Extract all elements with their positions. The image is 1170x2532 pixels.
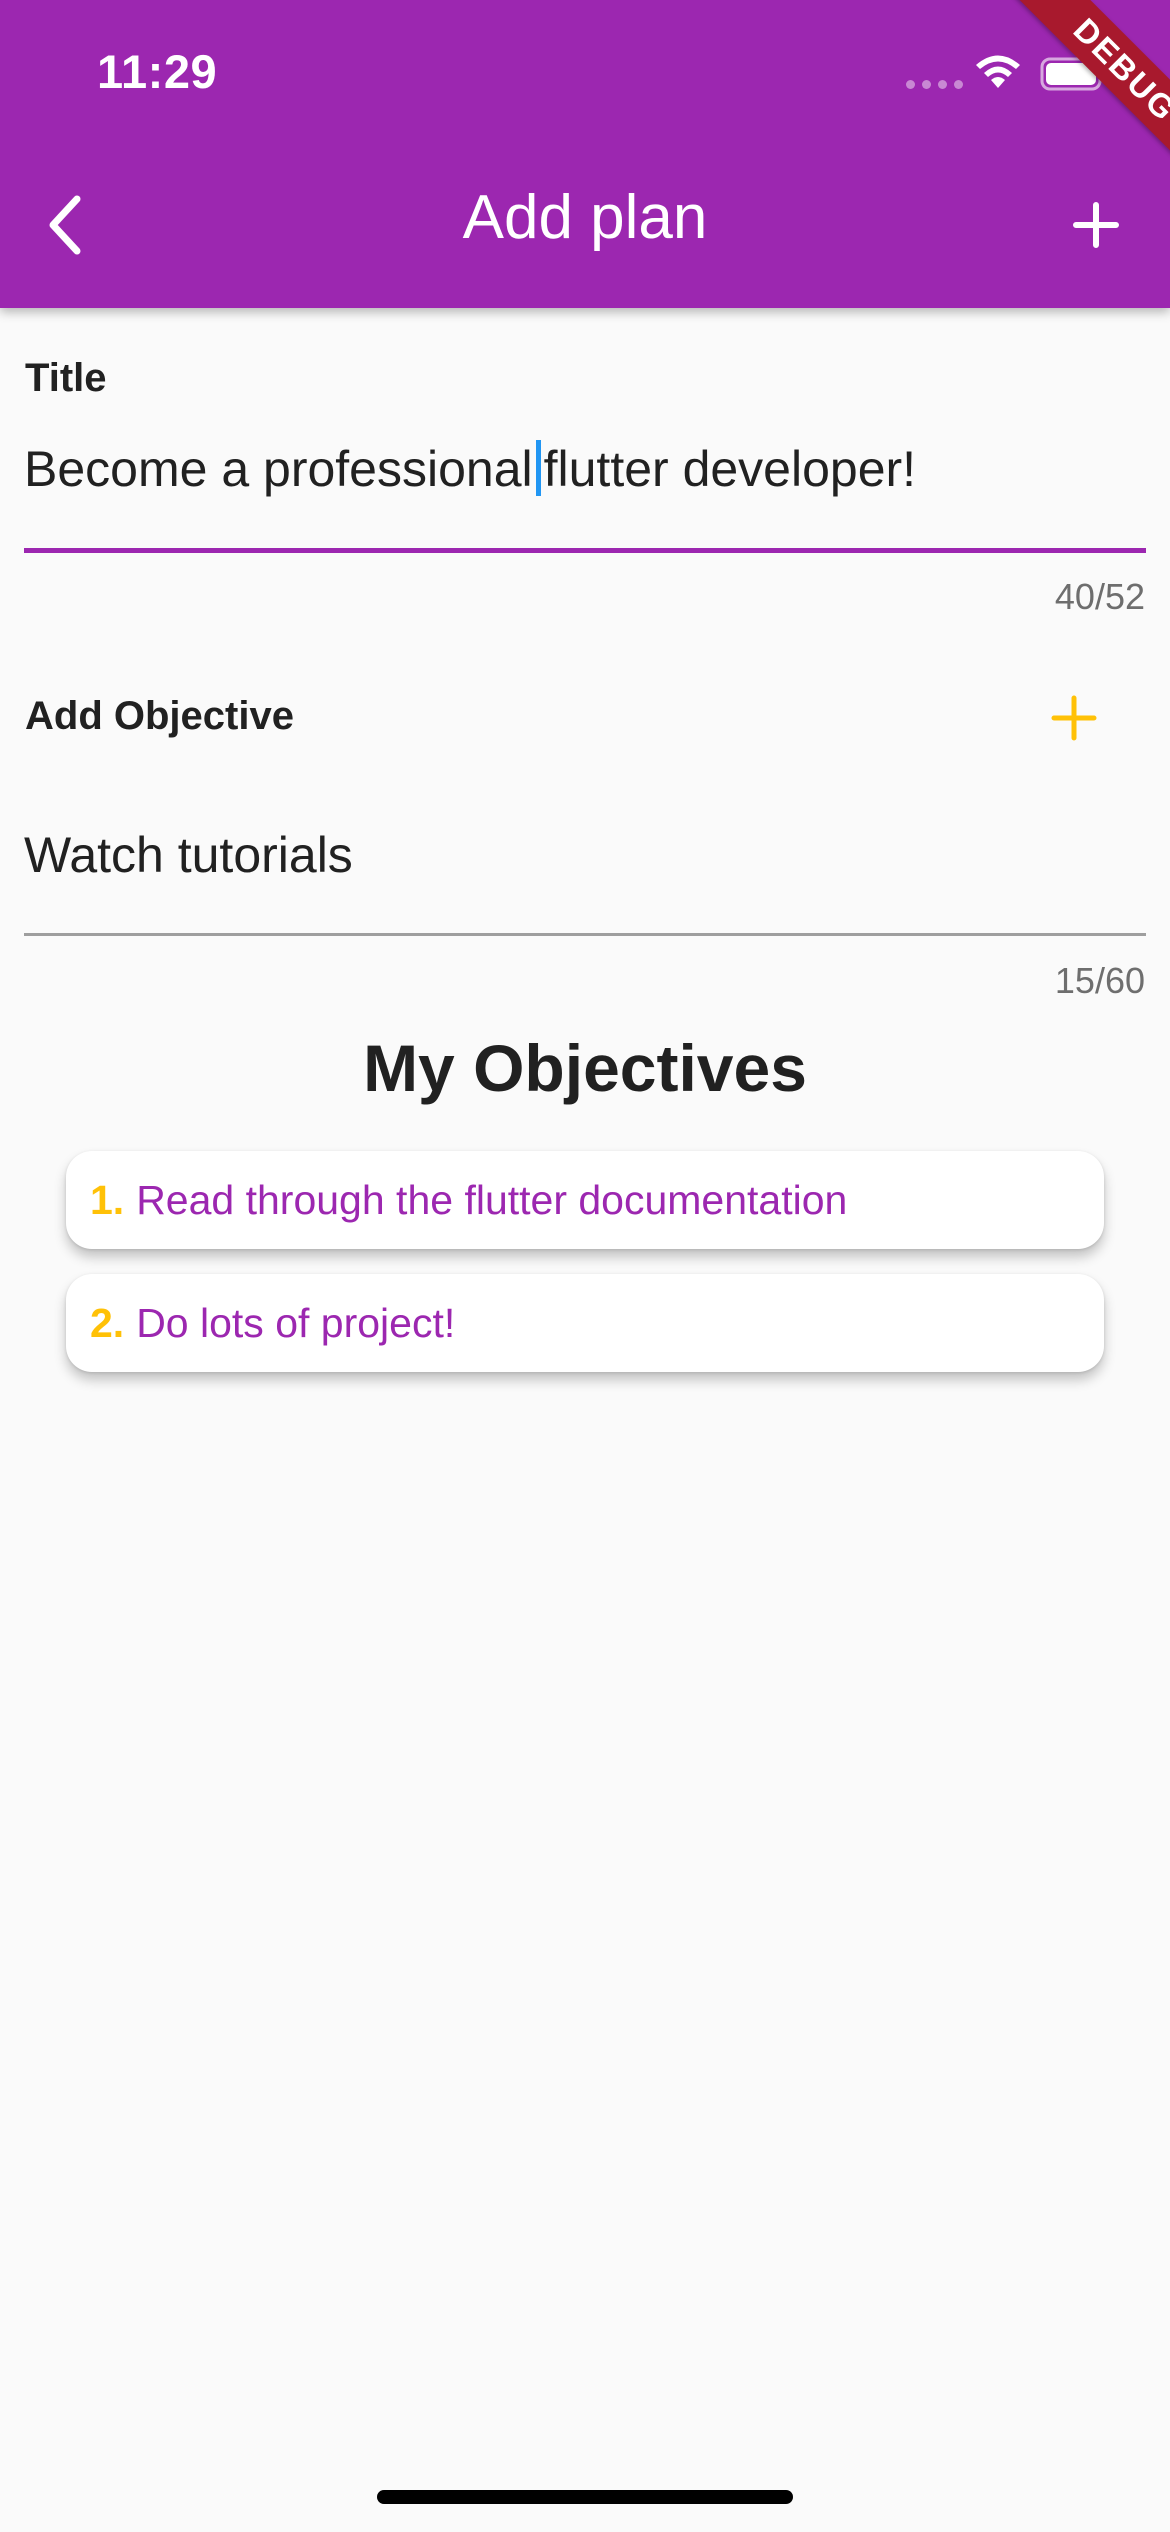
- objective-char-counter: 15/60: [1054, 960, 1145, 1001]
- home-indicator[interactable]: [377, 2490, 793, 2504]
- cellular-signal-icon: [906, 80, 963, 89]
- add-plan-button[interactable]: [1060, 180, 1132, 270]
- objective-input[interactable]: Watch tutorials: [24, 826, 353, 884]
- title-input-text-before-cursor: Become a professional: [24, 441, 533, 497]
- objective-input-underline: [24, 933, 1146, 936]
- app-bar: 11:29 DEBUG Add plan: [0, 0, 1170, 308]
- objective-number: 1.: [90, 1176, 125, 1223]
- wifi-icon: [976, 55, 1020, 88]
- objective-list-item[interactable]: 1. Read through the flutter documentatio…: [66, 1151, 1104, 1249]
- page-title: Add plan: [462, 183, 708, 252]
- title-input-underline: [24, 548, 1146, 553]
- plus-icon: [1051, 695, 1097, 741]
- plus-icon: [1073, 202, 1119, 248]
- add-objective-button[interactable]: [1040, 684, 1108, 752]
- objective-text: Do lots of project!: [136, 1299, 456, 1346]
- status-time: 11:29: [97, 45, 218, 98]
- title-field-label: Title: [25, 356, 107, 400]
- objective-list-item[interactable]: 2. Do lots of project!: [66, 1274, 1104, 1372]
- title-char-counter: 40/52: [1054, 576, 1145, 617]
- title-input[interactable]: Become a professional flutter developer!: [24, 440, 1146, 516]
- objective-number: 2.: [90, 1299, 125, 1346]
- objectives-section-title: My Objectives: [363, 1031, 807, 1105]
- add-objective-label: Add Objective: [25, 694, 294, 738]
- text-cursor: [535, 440, 541, 496]
- debug-banner: DEBUG: [1008, 0, 1170, 187]
- objective-text: Read through the flutter documentation: [136, 1176, 848, 1223]
- title-input-text-after-cursor: flutter developer!: [543, 441, 917, 497]
